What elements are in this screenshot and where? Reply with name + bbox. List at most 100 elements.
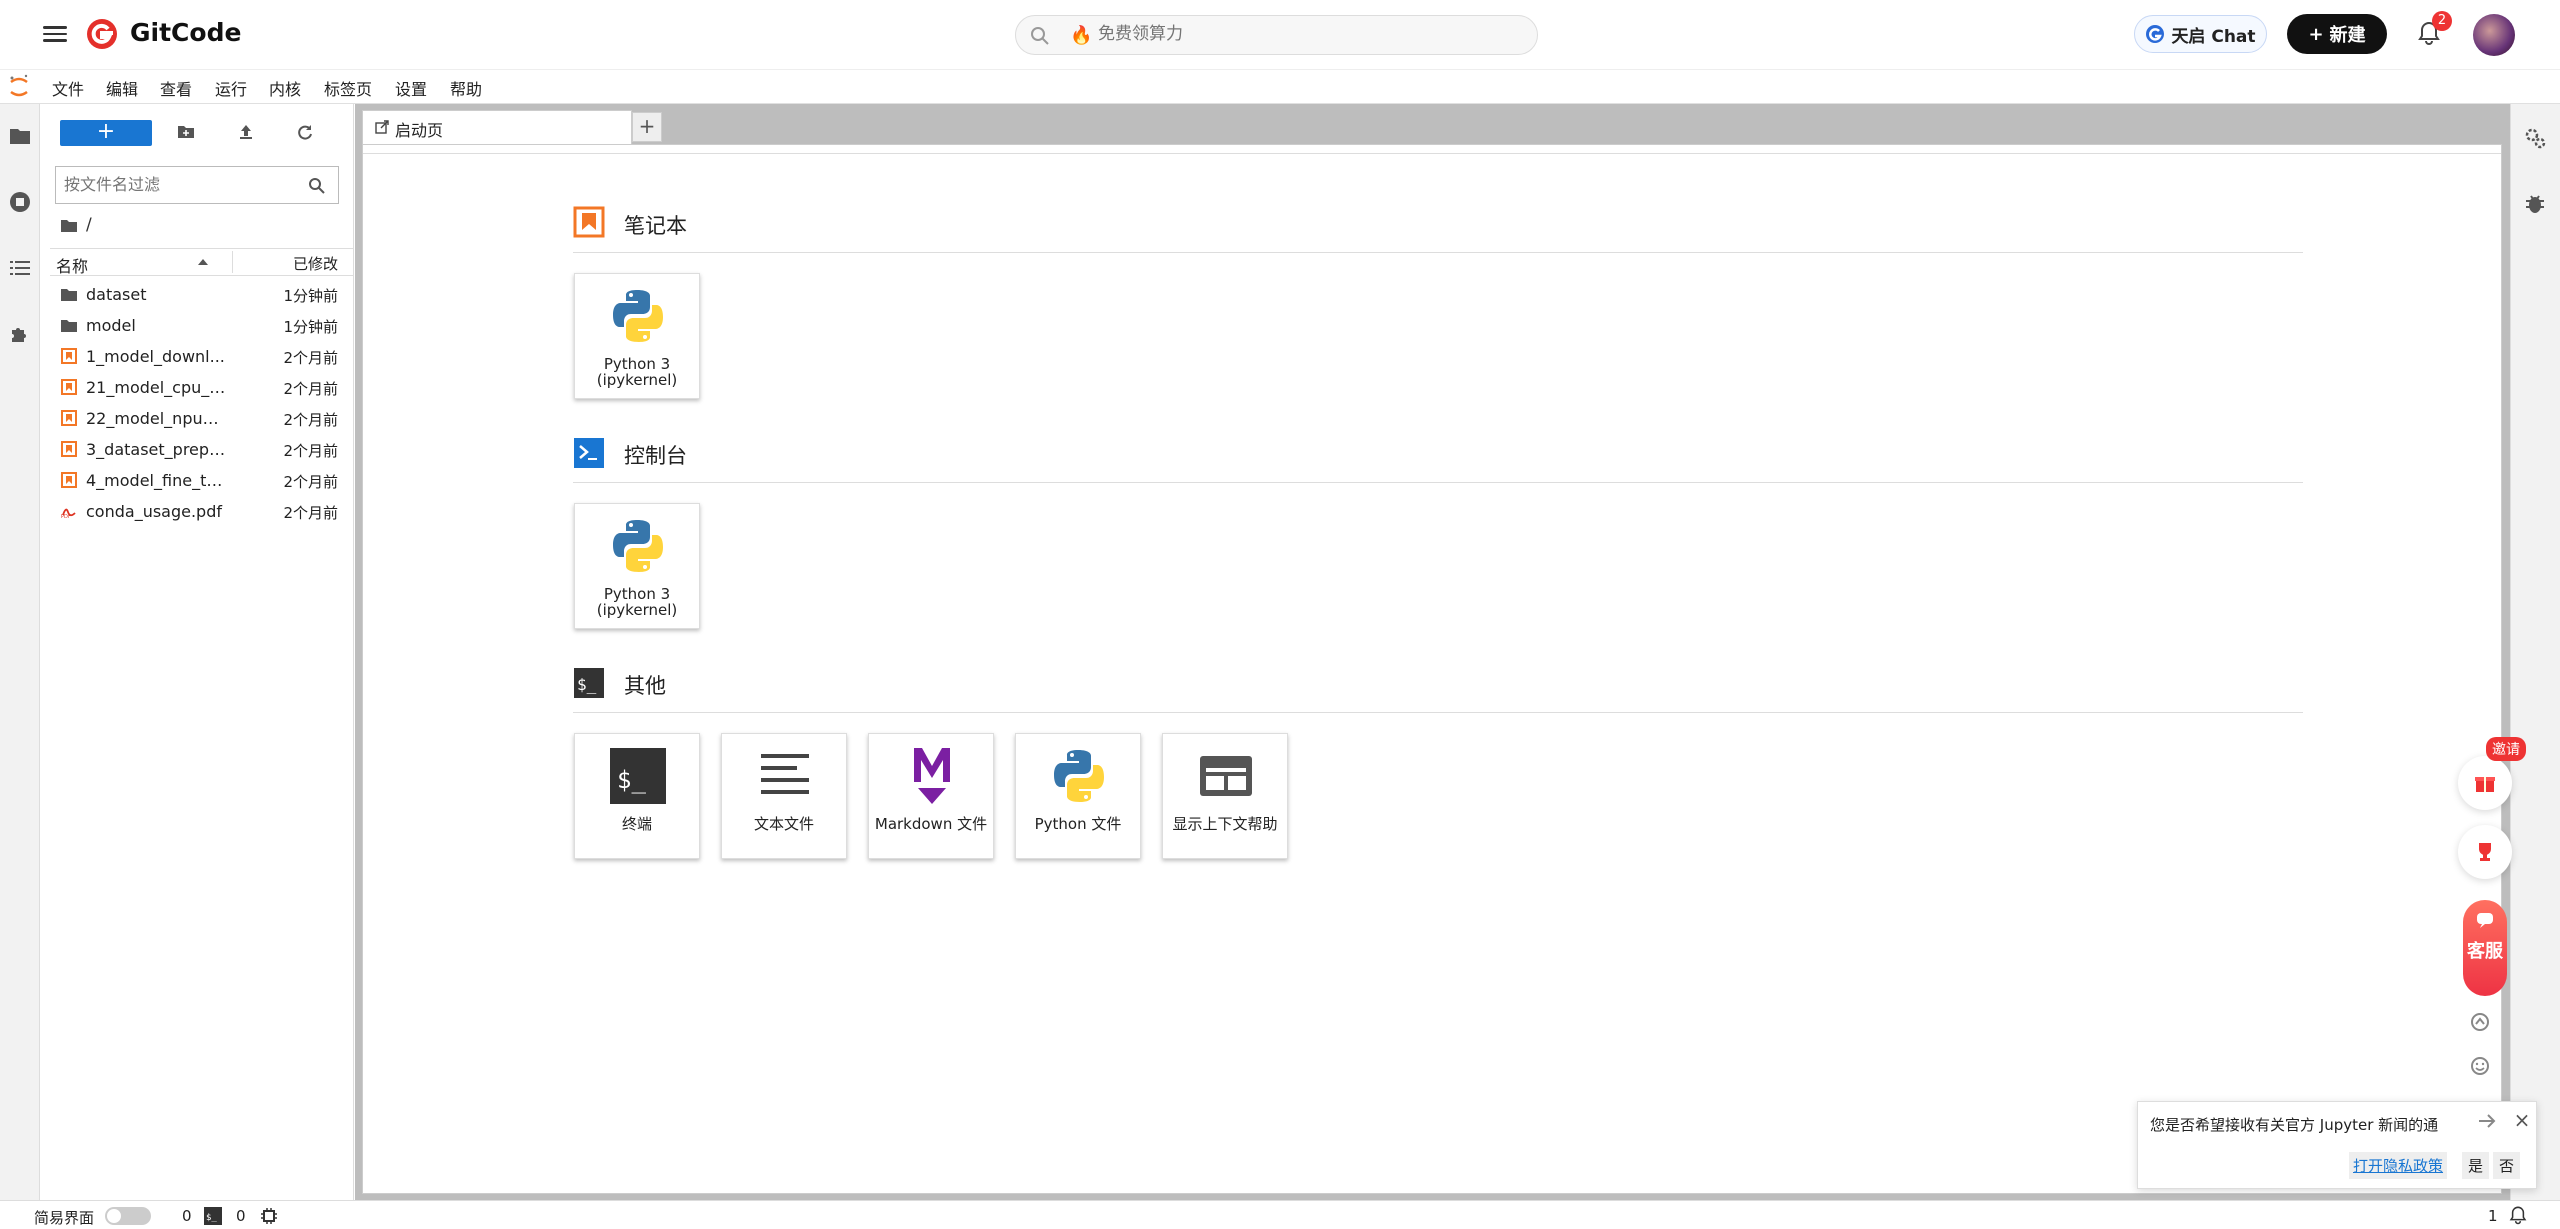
user-avatar[interactable]	[2473, 14, 2515, 56]
sort-ascending-icon	[198, 259, 208, 265]
tab-launcher[interactable]: 启动页	[362, 110, 632, 144]
kernel-chip-icon	[261, 1208, 277, 1224]
contextual-help-card[interactable]: 显示上下文帮助	[1162, 733, 1288, 859]
trophy-icon	[2479, 843, 2491, 861]
pdf-file-icon: PDF	[61, 508, 76, 519]
card-label: 显示上下文帮助	[1172, 815, 1278, 833]
markdown-icon	[914, 748, 950, 804]
feedback-icon[interactable]	[2470, 1012, 2490, 1032]
file-name: dataset	[86, 285, 147, 304]
search-icon	[309, 178, 325, 194]
trophy-button[interactable]	[2458, 825, 2512, 879]
folder-icon[interactable]	[8, 124, 32, 148]
file-modified: 2个月前	[283, 442, 338, 460]
invite-badge[interactable]: 邀请	[2486, 737, 2526, 761]
file-name: 1_model_downl...	[86, 347, 225, 366]
table-of-contents-icon[interactable]	[8, 256, 32, 280]
simple-mode-label: 简易界面	[34, 1209, 95, 1227]
plus-icon: +	[2308, 23, 2324, 45]
file-name: 3_dataset_prepa...	[86, 440, 226, 459]
menu-file[interactable]: 文件	[52, 76, 84, 100]
terminal-count[interactable]: 0	[182, 1207, 192, 1225]
invite-gift-button[interactable]	[2458, 756, 2512, 810]
file-row[interactable]: PDF conda_usage.pdf 2个月前	[50, 496, 354, 527]
brand-name[interactable]: GitCode	[130, 18, 241, 47]
extension-puzzle-icon[interactable]	[8, 322, 32, 346]
debugger-bug-icon[interactable]	[2523, 192, 2547, 216]
new-launcher-button[interactable]: +	[60, 120, 152, 146]
file-modified: 1分钟前	[283, 318, 338, 336]
console-python3-card[interactable]: Python 3 (ipykernel)	[574, 503, 700, 629]
column-divider	[232, 251, 233, 273]
other-section-icon: $_	[574, 668, 604, 698]
console-section-icon	[574, 438, 604, 468]
breadcrumb-root[interactable]: /	[86, 215, 92, 235]
column-name-header[interactable]: 名称	[56, 253, 88, 277]
card-label: 文本文件	[753, 815, 814, 833]
new-folder-icon[interactable]	[176, 122, 196, 142]
customer-service-button[interactable]: 客服	[2463, 900, 2507, 996]
menu-settings[interactable]: 设置	[395, 76, 427, 100]
gitcode-logo-icon[interactable]	[86, 18, 118, 50]
upload-icon[interactable]	[236, 122, 256, 142]
divider	[363, 153, 2501, 154]
status-bar: 简易界面 0 $_ 0 1	[0, 1200, 2560, 1229]
notebook-icon	[61, 441, 77, 457]
hamburger-menu-icon[interactable]	[43, 22, 67, 44]
menu-tabs[interactable]: 标签页	[324, 76, 372, 100]
tianqi-chat-button[interactable]: 天启 Chat	[2134, 15, 2267, 53]
new-button-label: 新建	[2329, 25, 2366, 46]
file-name: 22_model_npu_i...	[86, 409, 226, 428]
file-filter-box[interactable]	[55, 166, 339, 204]
text-file-icon	[761, 754, 809, 794]
column-modified-header[interactable]: 已修改	[293, 253, 338, 274]
notebook-python3-card[interactable]: Python 3 (ipykernel)	[574, 273, 700, 399]
file-row[interactable]: 1_model_downl... 2个月前	[50, 341, 354, 372]
no-button[interactable]: 否	[2493, 1152, 2521, 1179]
file-row[interactable]: 22_model_npu_i... 2个月前	[50, 403, 354, 434]
file-row[interactable]: model 1分钟前	[50, 310, 354, 341]
file-filter-input[interactable]	[64, 175, 294, 194]
global-search-box[interactable]: 🔥	[1015, 15, 1538, 55]
jupyter-logo-icon	[10, 74, 28, 97]
menu-view[interactable]: 查看	[160, 76, 192, 100]
card-label: Python 3 (ipykernel)	[596, 585, 678, 619]
refresh-icon[interactable]	[295, 122, 315, 142]
svg-text:PDF: PDF	[61, 514, 71, 519]
arrow-right-icon[interactable]	[2476, 1110, 2498, 1132]
markdown-file-card[interactable]: Markdown 文件	[868, 733, 994, 859]
file-row[interactable]: 4_model_fine_tu... 2个月前	[50, 465, 354, 496]
notebook-icon	[61, 472, 77, 488]
folder-icon	[61, 219, 77, 232]
file-name: 21_model_cpu_i...	[86, 378, 226, 397]
menu-run[interactable]: 运行	[215, 76, 247, 100]
file-name: conda_usage.pdf	[86, 502, 222, 521]
smiley-icon[interactable]	[2470, 1056, 2490, 1076]
global-search-input[interactable]	[1098, 24, 1498, 44]
property-inspector-gear-icon[interactable]	[2523, 126, 2547, 150]
menu-help[interactable]: 帮助	[450, 76, 482, 100]
privacy-policy-link[interactable]: 打开隐私政策	[2349, 1152, 2448, 1179]
notification-count[interactable]: 1	[2488, 1207, 2498, 1225]
file-row[interactable]: 3_dataset_prepa... 2个月前	[50, 434, 354, 465]
bell-icon[interactable]	[2508, 1205, 2528, 1225]
card-label: 终端	[621, 815, 652, 833]
python-file-card[interactable]: Python 文件	[1015, 733, 1141, 859]
file-row[interactable]: dataset 1分钟前	[50, 279, 354, 310]
menu-edit[interactable]: 编辑	[106, 76, 138, 100]
card-label: Python 3 (ipykernel)	[596, 355, 678, 389]
kernel-count[interactable]: 0	[236, 1207, 246, 1225]
close-icon[interactable]: ×	[2510, 1108, 2534, 1132]
running-kernels-icon[interactable]	[8, 190, 32, 214]
text-file-card[interactable]: 文本文件	[721, 733, 847, 859]
breadcrumb[interactable]: /	[60, 215, 92, 235]
yes-button[interactable]: 是	[2462, 1152, 2490, 1179]
add-tab-button[interactable]: +	[632, 112, 662, 142]
notebook-icon	[61, 348, 77, 364]
file-row[interactable]: 21_model_cpu_i... 2个月前	[50, 372, 354, 403]
terminal-card[interactable]: $_ 终端	[574, 733, 700, 859]
menu-kernel[interactable]: 内核	[269, 76, 301, 100]
simple-mode-toggle[interactable]	[105, 1207, 151, 1225]
new-button[interactable]: + 新建	[2287, 14, 2387, 54]
notebook-icon	[61, 379, 77, 395]
